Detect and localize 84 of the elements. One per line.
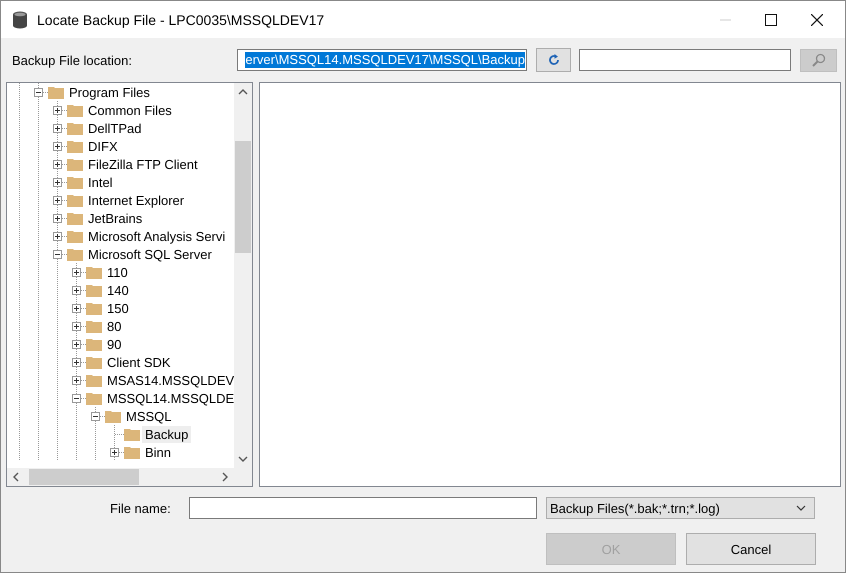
tree-item[interactable]: DIFX [85,138,121,154]
folder-icon [105,410,121,422]
tree-item[interactable]: 80 [104,318,124,334]
folder-icon [67,140,83,152]
close-icon[interactable] [811,14,823,26]
tree-item[interactable]: Microsoft SQL Server [85,246,215,262]
tree-item[interactable]: 150 [104,300,132,316]
folder-icon [67,230,83,242]
file-name-field[interactable] [189,497,537,519]
scroll-down-icon[interactable] [238,456,248,462]
vertical-scrollbar[interactable] [234,83,252,468]
folder-icon [67,122,83,134]
folder-icon [67,176,83,188]
expand-icon[interactable] [72,376,81,384]
folder-icon [86,392,102,404]
expand-icon[interactable] [72,358,81,366]
collapse-icon[interactable] [91,412,100,420]
maximize-icon[interactable] [765,14,777,26]
scroll-up-icon[interactable] [238,89,248,95]
expand-icon[interactable] [72,286,81,294]
expand-icon[interactable] [53,124,62,132]
tree-item[interactable]: Internet Explorer [85,192,188,208]
search-field[interactable] [579,49,791,71]
tree-item[interactable]: Microsoft Analysis Servi [85,228,228,244]
expand-icon[interactable] [53,214,62,222]
expand-icon[interactable] [53,142,62,150]
scroll-right-icon[interactable] [222,472,228,482]
expand-icon[interactable] [72,304,81,312]
location-field[interactable]: erver\MSSQL14.MSSQLDEV17\MSSQL\Backup [237,49,527,71]
folder-icon [86,338,102,350]
folder-icon [86,356,102,368]
tree-item[interactable]: MSAS14.MSSQLDEV [104,372,234,388]
refresh-button[interactable] [536,48,571,72]
expand-icon[interactable] [72,322,81,330]
folder-icon [86,266,102,278]
cancel-button[interactable]: Cancel [686,533,816,565]
folder-icon [86,374,102,386]
expand-icon[interactable] [53,196,62,204]
collapse-icon[interactable] [34,88,43,96]
location-label: Backup File location: [11,52,133,68]
folder-icon [67,104,83,116]
collapse-icon[interactable] [53,250,62,258]
tree-item[interactable]: FileZilla FTP Client [85,156,201,172]
folder-icon [124,428,140,440]
folder-icon [48,86,64,98]
tree-item[interactable]: 90 [104,336,124,352]
expand-icon[interactable] [53,178,62,186]
tree-item[interactable]: 110 [104,264,131,280]
tree-item[interactable]: Program Files [66,84,153,100]
folder-icon [67,248,83,260]
tree-item[interactable]: DellTPad [85,120,144,136]
tree-item[interactable]: Client SDK [104,354,174,370]
horizontal-scrollbar[interactable] [7,468,234,486]
expand-icon[interactable] [110,448,119,456]
file-type-dropdown[interactable]: Backup Files(*.bak;*.trn;*.log) [546,497,815,519]
file-name-label: File name: [110,500,172,516]
expand-icon[interactable] [53,160,62,168]
search-button[interactable] [800,48,837,72]
database-icon [12,10,28,28]
tree-item[interactable]: Intel [85,174,116,190]
folder-icon [86,320,102,332]
folder-icon [124,446,140,458]
collapse-icon[interactable] [72,394,81,402]
expand-icon[interactable] [53,106,62,114]
folder-icon [86,284,102,296]
expand-icon[interactable] [53,232,62,240]
refresh-icon [548,54,560,66]
tree-item[interactable]: MSSQL14.MSSQLDE [104,390,234,406]
folder-icon [67,158,83,170]
folder-icon [67,194,83,206]
search-icon [812,53,826,67]
tree-item[interactable]: Backup [142,426,192,442]
expand-icon[interactable] [72,340,81,348]
tree-item[interactable]: 140 [104,282,132,298]
expand-icon[interactable] [72,268,81,276]
window-title: Locate Backup File - LPC0035\MSSQLDEV17 [37,12,324,28]
tree-item[interactable]: JetBrains [85,210,146,226]
chevron-down-icon [796,505,806,511]
tree-item[interactable]: MSSQL [123,408,175,424]
folder-icon [86,302,102,314]
tree-item[interactable]: Binn [142,444,174,460]
tree-item[interactable]: Common Files [85,102,175,118]
scroll-left-icon[interactable] [13,472,19,482]
folder-icon [67,212,83,224]
